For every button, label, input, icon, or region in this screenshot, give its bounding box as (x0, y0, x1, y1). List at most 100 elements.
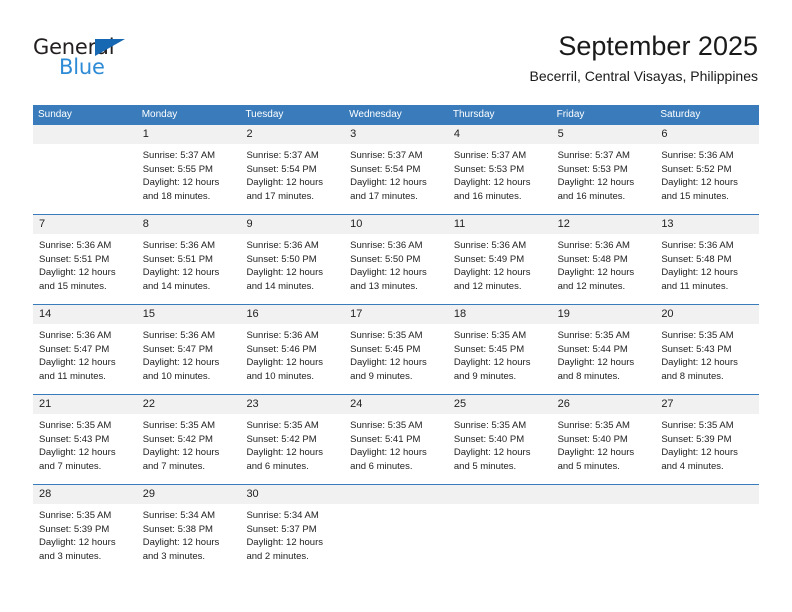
daylight-text-line2: and 12 minutes. (453, 280, 522, 292)
week-daynumber-band: 28 29 30 (33, 485, 759, 504)
sunrise-text: Sunrise: 5:35 AM (39, 510, 112, 521)
day-cell[interactable]: Sunrise: 5:36 AM Sunset: 5:49 PM Dayligh… (448, 234, 552, 304)
sunset-text: Sunset: 5:44 PM (557, 343, 628, 355)
day-cell[interactable]: Sunrise: 5:37 AM Sunset: 5:55 PM Dayligh… (137, 144, 241, 214)
sunrise-text: Sunrise: 5:36 AM (453, 240, 527, 251)
sunrise-text: Sunrise: 5:37 AM (246, 150, 319, 161)
weekday-header-friday: Friday (556, 109, 585, 120)
day-number: 30 (246, 488, 259, 500)
day-cell[interactable]: Sunrise: 5:35 AM Sunset: 5:44 PM Dayligh… (552, 324, 656, 394)
daylight-text-line2: and 17 minutes. (246, 190, 315, 202)
calendar-week-row: 21 22 23 24 25 26 27 Sunrise: 5:35 AM Su… (33, 394, 759, 484)
daylight-text-line1: Daylight: 12 hours (350, 357, 427, 369)
day-cell[interactable] (552, 504, 656, 574)
sunset-text: Sunset: 5:47 PM (142, 343, 213, 355)
day-number: 9 (246, 218, 253, 230)
weekday-header-saturday: Saturday (660, 109, 701, 120)
sunrise-text: Sunrise: 5:36 AM (661, 240, 734, 251)
day-number: 13 (661, 218, 674, 230)
daylight-text-line1: Daylight: 12 hours (350, 177, 427, 189)
sunrise-text: Sunrise: 5:35 AM (246, 420, 319, 431)
daylight-text-line1: Daylight: 12 hours (142, 267, 220, 279)
day-cell[interactable]: Sunrise: 5:35 AM Sunset: 5:45 PM Dayligh… (448, 324, 552, 394)
sunrise-text: Sunrise: 5:35 AM (557, 420, 630, 431)
weekday-header-row: Sunday Monday Tuesday Wednesday Thursday… (33, 105, 759, 124)
day-cell[interactable]: Sunrise: 5:35 AM Sunset: 5:40 PM Dayligh… (552, 414, 656, 484)
day-cell[interactable]: Sunrise: 5:35 AM Sunset: 5:41 PM Dayligh… (344, 414, 448, 484)
day-cell[interactable]: Sunrise: 5:35 AM Sunset: 5:42 PM Dayligh… (240, 414, 344, 484)
title-block: September 2025 Becerril, Central Visayas… (529, 30, 758, 85)
day-cell[interactable]: Sunrise: 5:37 AM Sunset: 5:54 PM Dayligh… (240, 144, 344, 214)
day-cell[interactable]: Sunrise: 5:37 AM Sunset: 5:53 PM Dayligh… (552, 144, 656, 214)
sunrise-text: Sunrise: 5:35 AM (350, 420, 423, 431)
weekday-header-wednesday: Wednesday (349, 109, 402, 120)
day-cell[interactable]: Sunrise: 5:36 AM Sunset: 5:46 PM Dayligh… (240, 324, 344, 394)
day-cell[interactable] (344, 504, 448, 574)
daylight-text-line2: and 13 minutes. (350, 280, 418, 292)
day-cell[interactable] (448, 504, 552, 574)
day-cell[interactable] (655, 504, 759, 574)
day-cell[interactable]: Sunrise: 5:35 AM Sunset: 5:39 PM Dayligh… (33, 504, 137, 574)
day-cell[interactable]: Sunrise: 5:35 AM Sunset: 5:43 PM Dayligh… (33, 414, 137, 484)
sunset-text: Sunset: 5:43 PM (661, 343, 732, 355)
week-daynumber-band: 21 22 23 24 25 26 27 (33, 395, 759, 414)
day-number: 25 (453, 398, 467, 410)
sunset-text: Sunset: 5:45 PM (350, 343, 421, 355)
week-detail-row: Sunrise: 5:37 AM Sunset: 5:55 PM Dayligh… (33, 144, 759, 214)
sunset-text: Sunset: 5:39 PM (39, 523, 110, 535)
day-cell[interactable]: Sunrise: 5:36 AM Sunset: 5:52 PM Dayligh… (655, 144, 759, 214)
day-cell[interactable]: Sunrise: 5:35 AM Sunset: 5:39 PM Dayligh… (655, 414, 759, 484)
daylight-text-line2: and 9 minutes. (350, 370, 413, 382)
day-number: 23 (246, 398, 259, 410)
daylight-text-line1: Daylight: 12 hours (557, 357, 635, 369)
day-cell[interactable]: Sunrise: 5:35 AM Sunset: 5:42 PM Dayligh… (137, 414, 241, 484)
day-cell[interactable]: Sunrise: 5:36 AM Sunset: 5:48 PM Dayligh… (655, 234, 759, 304)
day-cell[interactable]: Sunrise: 5:35 AM Sunset: 5:40 PM Dayligh… (448, 414, 552, 484)
sunrise-text: Sunrise: 5:36 AM (142, 240, 216, 251)
daylight-text-line2: and 9 minutes. (453, 370, 517, 382)
sunrise-text: Sunrise: 5:35 AM (557, 330, 630, 341)
day-cell[interactable]: Sunrise: 5:36 AM Sunset: 5:50 PM Dayligh… (240, 234, 344, 304)
sunset-text: Sunset: 5:53 PM (557, 163, 628, 175)
sunrise-text: Sunrise: 5:36 AM (661, 150, 734, 161)
daylight-text-line1: Daylight: 12 hours (246, 537, 324, 549)
sunset-text: Sunset: 5:46 PM (246, 343, 317, 355)
day-cell[interactable]: Sunrise: 5:37 AM Sunset: 5:53 PM Dayligh… (448, 144, 552, 214)
day-cell[interactable] (33, 144, 137, 214)
day-cell[interactable]: Sunrise: 5:34 AM Sunset: 5:37 PM Dayligh… (240, 504, 344, 574)
day-cell[interactable]: Sunrise: 5:36 AM Sunset: 5:47 PM Dayligh… (137, 324, 241, 394)
daylight-text-line2: and 4 minutes. (661, 460, 724, 472)
day-number: 28 (39, 488, 52, 500)
day-number: 5 (557, 128, 564, 140)
sunrise-text: Sunrise: 5:36 AM (350, 240, 423, 251)
daylight-text-line2: and 8 minutes. (557, 370, 620, 382)
calendar-page: General Blue September 2025 Becerril, Ce… (0, 0, 792, 612)
day-cell[interactable]: Sunrise: 5:35 AM Sunset: 5:45 PM Dayligh… (344, 324, 448, 394)
sunrise-text: Sunrise: 5:35 AM (453, 420, 527, 431)
daylight-text-line2: and 12 minutes. (557, 280, 626, 292)
day-cell[interactable]: Sunrise: 5:36 AM Sunset: 5:51 PM Dayligh… (137, 234, 241, 304)
sunset-text: Sunset: 5:51 PM (142, 253, 213, 265)
sunrise-text: Sunrise: 5:37 AM (350, 150, 423, 161)
daylight-text-line2: and 8 minutes. (661, 370, 724, 382)
sunrise-text: Sunrise: 5:37 AM (453, 150, 527, 161)
day-cell[interactable]: Sunrise: 5:36 AM Sunset: 5:50 PM Dayligh… (344, 234, 448, 304)
daylight-text-line2: and 11 minutes. (661, 280, 729, 292)
daylight-text-line1: Daylight: 12 hours (557, 177, 635, 189)
daylight-text-line1: Daylight: 12 hours (39, 357, 116, 369)
daylight-text-line1: Daylight: 12 hours (142, 447, 220, 459)
day-cell[interactable]: Sunrise: 5:35 AM Sunset: 5:43 PM Dayligh… (655, 324, 759, 394)
day-number: 14 (39, 308, 52, 320)
sunrise-text: Sunrise: 5:35 AM (453, 330, 527, 341)
day-cell[interactable]: Sunrise: 5:36 AM Sunset: 5:47 PM Dayligh… (33, 324, 137, 394)
daylight-text-line2: and 16 minutes. (453, 190, 522, 202)
weekday-header-thursday: Thursday (452, 109, 495, 120)
day-cell[interactable]: Sunrise: 5:36 AM Sunset: 5:48 PM Dayligh… (552, 234, 656, 304)
day-cell[interactable]: Sunrise: 5:37 AM Sunset: 5:54 PM Dayligh… (344, 144, 448, 214)
day-cell[interactable]: Sunrise: 5:36 AM Sunset: 5:51 PM Dayligh… (33, 234, 137, 304)
sunrise-text: Sunrise: 5:34 AM (142, 510, 216, 521)
sunset-text: Sunset: 5:54 PM (350, 163, 421, 175)
day-cell[interactable]: Sunrise: 5:34 AM Sunset: 5:38 PM Dayligh… (137, 504, 241, 574)
calendar-week-row: 1 2 3 4 5 6 Sunrise: 5:37 AM Sunset: 5:5… (33, 124, 759, 214)
page-subtitle: Becerril, Central Visayas, Philippines (529, 68, 758, 84)
